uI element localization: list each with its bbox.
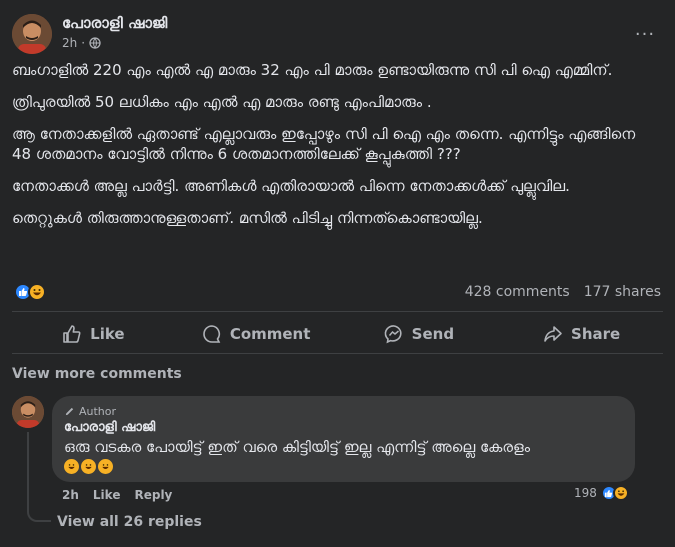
haha-reaction-icon: [612, 485, 629, 501]
laughing-emoji-icon: [64, 459, 79, 474]
comment-label: Comment: [229, 325, 311, 343]
author-badge-label: Author: [79, 404, 117, 418]
post-meta: 2h ·: [62, 36, 101, 50]
send-button[interactable]: Send: [338, 318, 501, 350]
like-button[interactable]: Like: [12, 318, 175, 350]
avatar-image: [12, 14, 52, 54]
post-time[interactable]: 2h: [62, 36, 77, 50]
laughing-emoji-icon: [81, 459, 96, 474]
messenger-icon: [384, 325, 402, 344]
reply-thread-line: [27, 432, 51, 522]
comment-text: ഒരു വടകര പോയിട്ട് ഇത് വരെ കിട്ടിയിട്ട് ഇ…: [64, 438, 531, 456]
share-button[interactable]: Share: [500, 318, 663, 350]
dot-separator: ·: [81, 36, 86, 50]
reaction-summary[interactable]: [14, 283, 46, 301]
shares-count[interactable]: 177 shares: [584, 284, 661, 300]
divider: [12, 311, 663, 312]
comment-icon: [203, 325, 221, 343]
comment-reply-button[interactable]: Reply: [134, 488, 172, 502]
laughing-emoji-icon: [98, 459, 113, 474]
post-paragraph: തെറ്റുകൾ തിരുത്താനുള്ളതാണ്. മസിൽ പിടിച്ച…: [12, 209, 483, 227]
share-label: Share: [571, 325, 621, 343]
avatar-image: [12, 396, 44, 428]
comment-avatar[interactable]: [12, 396, 44, 428]
view-replies-link[interactable]: View all 26 replies: [57, 514, 202, 530]
divider: [12, 353, 663, 354]
post-body: ബംഗാളിൽ 220 എം എൽ എ മാരും 32 എം പി മാരും…: [12, 60, 652, 240]
comment-emojis: [64, 459, 623, 474]
comment-actions: 2h Like Reply: [62, 488, 172, 502]
post-paragraph: ത്രിപുരയിൽ 50 ലധികം എം എൽ എ മാരും രണ്ടു …: [12, 93, 432, 111]
comment-bubble: Author പോരാളി ഷാജി ഒരു വടകര പോയിട്ട് ഇത്…: [52, 396, 635, 482]
action-bar: Like Comment Send Share: [12, 318, 663, 350]
post-paragraph: നേതാക്കൾ അല്ല പാർട്ടി. അണികൾ എതിരായാൽ പി…: [12, 177, 570, 195]
haha-reaction-icon: [28, 283, 46, 301]
author-name[interactable]: പോരാളി ഷാജി: [62, 14, 167, 32]
send-label: Send: [411, 325, 455, 343]
post-paragraph: ബംഗാളിൽ 220 എം എൽ എ മാരും 32 എം പി മാരും…: [12, 61, 613, 79]
comment-author-name[interactable]: പോരാളി ഷാജി: [64, 420, 623, 435]
view-more-comments-link[interactable]: View more comments: [12, 366, 182, 382]
comment-reaction-count: 198: [574, 486, 597, 500]
post-header: പോരാളി ഷാജി 2h · ···: [12, 12, 663, 56]
comment-time[interactable]: 2h: [62, 488, 79, 502]
globe-icon: [89, 37, 101, 49]
avatar[interactable]: [12, 14, 52, 54]
comments-count[interactable]: 428 comments: [465, 284, 570, 300]
pencil-icon: [65, 407, 74, 415]
like-label: Like: [90, 325, 125, 343]
comment-reaction-summary[interactable]: 198: [574, 485, 629, 501]
post-paragraph: ആ നേതാക്കളിൽ ഏതാണ്ട് എല്ലാവരും ഇപ്പോഴും …: [12, 125, 636, 163]
engagement-counts: 428 comments 177 shares: [465, 284, 661, 300]
more-options-button[interactable]: ···: [633, 22, 657, 46]
comment-like-button[interactable]: Like: [93, 488, 121, 502]
thumbs-up-icon: [63, 325, 81, 343]
author-badge: Author: [64, 404, 623, 418]
comment-button[interactable]: Comment: [175, 318, 338, 350]
share-icon: [544, 326, 562, 342]
